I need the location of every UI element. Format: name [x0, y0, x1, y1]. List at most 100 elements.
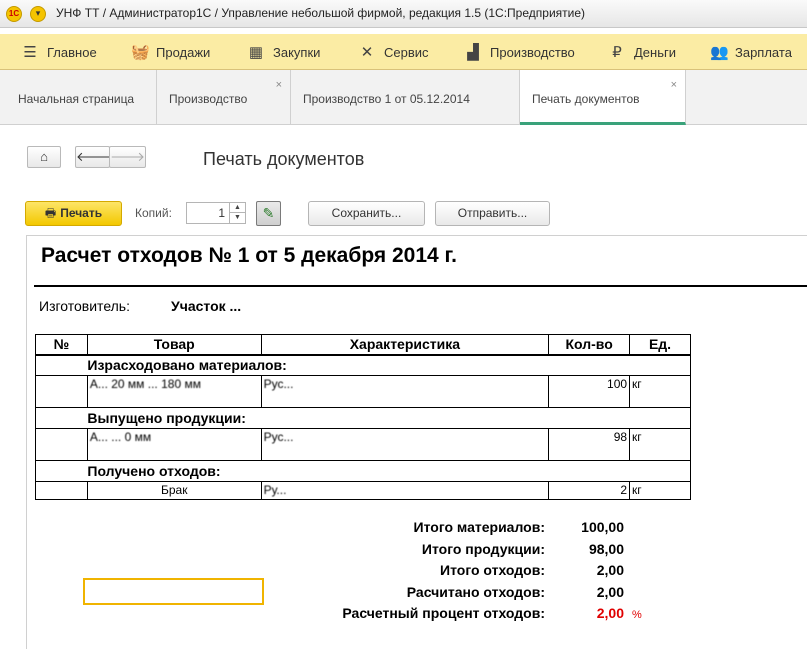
- table-row: А... 20 мм ... 180 мм Рус... 100 кг: [35, 375, 691, 408]
- cell-qty: 2: [548, 481, 631, 500]
- copies-label: Копий:: [135, 206, 172, 220]
- section-title: Выпущено продукции:: [87, 407, 630, 429]
- cell-unit: кг: [629, 428, 691, 461]
- column-header: Кол-во: [548, 334, 631, 356]
- arrow-left-icon: 🡐: [76, 149, 111, 164]
- waste-table: № Товар Характеристика Кол-во Ед. Израсх…: [35, 334, 691, 500]
- menu-item-purchases[interactable]: ▦ Закупки: [248, 34, 321, 70]
- tools-icon: ✕: [360, 44, 374, 61]
- menu-item-sales[interactable]: 🧺 Продажи: [131, 34, 210, 70]
- column-header: Характеристика: [260, 334, 550, 356]
- cell-product: А... 20 мм ... 180 мм: [86, 375, 262, 408]
- document-title: Расчет отходов № 1 от 5 декабря 2014 г.: [41, 244, 457, 267]
- menu-item-money[interactable]: ₽ Деньги: [609, 34, 676, 70]
- home-icon: ⌂: [40, 149, 48, 164]
- section-row: Выпущено продукции:: [35, 407, 691, 429]
- section-row: Получено отходов:: [35, 460, 691, 482]
- back-button[interactable]: 🡐: [75, 146, 111, 168]
- home-button[interactable]: ⌂: [27, 146, 61, 168]
- cell-qty: 98: [548, 428, 631, 461]
- tab-label: Производство 1 от 05.12.2014: [303, 92, 470, 106]
- grid-icon: ▦: [248, 44, 264, 61]
- menu-item-label: Производство: [490, 44, 575, 60]
- people-icon: 👥: [710, 44, 729, 61]
- cell-product: Брак: [86, 481, 262, 500]
- calculated-waste-value: 2,00: [596, 584, 624, 600]
- tab-print-documents[interactable]: Печать документов ×: [520, 70, 686, 125]
- menu-item-label: Зарплата: [735, 44, 792, 60]
- section-row: Израсходовано материалов:: [35, 354, 691, 376]
- arrow-right-icon: 🡒: [110, 149, 145, 164]
- forward-button[interactable]: 🡒: [109, 146, 146, 168]
- edit-document-icon[interactable]: ✎: [256, 201, 281, 226]
- section-title: Израсходовано материалов:: [87, 354, 630, 376]
- waste-percent-value: 2,00: [596, 605, 624, 621]
- cell-characteristic: Рус...: [260, 375, 550, 408]
- total-materials-label: Итого материалов:: [413, 519, 545, 535]
- decrement-button[interactable]: ▼: [229, 213, 245, 223]
- title-divider: [34, 285, 807, 287]
- tab-bar: Начальная страница Производство × Произв…: [0, 70, 807, 125]
- menu-item-label: Деньги: [634, 44, 676, 60]
- menu-item-salary[interactable]: 👥 Зарплата: [710, 34, 792, 70]
- cell-characteristic: Рус...: [260, 428, 550, 461]
- cell-unit: кг: [629, 375, 691, 408]
- increment-button[interactable]: ▲: [229, 203, 245, 213]
- waste-percent-label: Расчетный процент отходов:: [342, 605, 545, 621]
- cell-num: [35, 481, 88, 500]
- factory-icon: ▟: [467, 44, 479, 61]
- save-button[interactable]: Сохранить...: [308, 201, 425, 226]
- menu-item-main[interactable]: ☰ Главное: [22, 34, 97, 70]
- page-title: Печать документов: [203, 149, 365, 169]
- total-products-value: 98,00: [588, 541, 624, 557]
- table-header: № Товар Характеристика Кол-во Ед.: [35, 334, 691, 356]
- section-title: Получено отходов:: [87, 460, 630, 482]
- close-icon[interactable]: ×: [276, 79, 282, 91]
- 1c-logo-icon: 1С: [6, 6, 22, 22]
- print-button[interactable]: 🖶 Печать: [25, 201, 122, 226]
- tab-production-doc[interactable]: Производство 1 от 05.12.2014: [291, 70, 520, 125]
- spreadsheet-document[interactable]: Расчет отходов № 1 от 5 декабря 2014 г. …: [26, 235, 807, 649]
- main-menu: ☰ Главное 🧺 Продажи ▦ Закупки ✕ Сервис ▟…: [0, 34, 807, 70]
- cell-num: [35, 428, 88, 461]
- column-header: Товар: [86, 334, 262, 356]
- window-title: УНФ ТТ / Администратор1С / Управление не…: [56, 6, 586, 20]
- tab-home[interactable]: Начальная страница: [0, 70, 157, 125]
- window-menu-chevron-icon[interactable]: ▾: [30, 6, 46, 22]
- printer-icon: 🖶: [44, 206, 57, 220]
- total-waste-label: Итого отходов:: [440, 562, 545, 578]
- total-products-label: Итого продукции:: [421, 541, 545, 557]
- close-icon[interactable]: ×: [671, 79, 677, 91]
- tab-production[interactable]: Производство ×: [157, 70, 291, 125]
- cell-num: [35, 375, 88, 408]
- cell-qty: 100: [548, 375, 631, 408]
- calculated-waste-label: Расчитано отходов:: [406, 584, 545, 600]
- copies-stepper[interactable]: ▲ ▼: [186, 202, 246, 224]
- tab-label: Печать документов: [532, 92, 640, 106]
- menu-item-label: Продажи: [156, 44, 211, 60]
- copies-input[interactable]: [187, 203, 229, 223]
- window-title-bar: 1С ▾ УНФ ТТ / Администратор1С / Управлен…: [0, 0, 807, 28]
- manufacturer-label: Изготовитель:: [39, 298, 130, 314]
- hamburger-icon: ☰: [23, 44, 37, 61]
- manufacturer-value: Участок ...: [171, 298, 242, 314]
- total-waste-value: 2,00: [596, 562, 624, 578]
- column-header: №: [35, 334, 88, 356]
- basket-icon: 🧺: [131, 44, 150, 61]
- selected-cell-frame[interactable]: [83, 578, 264, 605]
- table-row: А... ... 0 мм Рус... 98 кг: [35, 428, 691, 461]
- total-materials-value: 100,00: [581, 519, 624, 535]
- send-button[interactable]: Отправить...: [435, 201, 550, 226]
- menu-item-service[interactable]: ✕ Сервис: [359, 34, 429, 70]
- table-row: Брак Ру... 2 кг: [35, 481, 691, 500]
- cell-product: А... ... 0 мм: [86, 428, 262, 461]
- print-button-label: Печать: [60, 206, 103, 220]
- menu-item-production[interactable]: ▟ Производство: [465, 34, 575, 70]
- menu-item-label: Главное: [47, 44, 97, 60]
- menu-item-label: Закупки: [273, 44, 321, 60]
- tab-label: Производство: [169, 92, 248, 106]
- cell-unit: кг: [629, 481, 691, 500]
- cell-characteristic: Ру...: [260, 481, 550, 500]
- tab-label: Начальная страница: [18, 92, 135, 106]
- ruble-icon: ₽: [612, 44, 622, 61]
